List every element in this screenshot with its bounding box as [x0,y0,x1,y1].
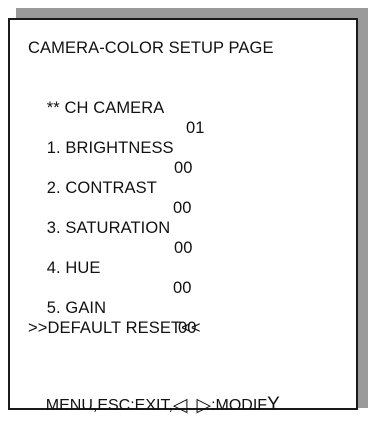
saturation-label: 3. SATURATION [46,219,171,237]
panel-shadow-top [16,8,368,18]
contrast-value: 00 [173,199,192,217]
brightness-value: 00 [174,159,193,177]
osd-menu-panel: CAMERA-COLOR SETUP PAGE ** CH CAMERA 01 … [8,18,358,416]
footer-modify-hint-end: Y [267,394,280,415]
panel-shadow-right [358,8,368,408]
channel-value: 01 [186,119,205,137]
channel-label: ** CH CAMERA [46,99,165,117]
contrast-label: 2. CONTRAST [46,179,157,197]
footer-modify-hint: :MODIF [211,397,268,414]
default-reset-option[interactable]: >>DEFAULT RESET<< [28,318,201,338]
footer-hint: MENU,ESC:EXIT,◁ ▷:MODIFY [28,375,280,436]
saturation-value: 00 [174,239,193,257]
footer-exit-hint: MENU,ESC:EXIT, [45,397,173,414]
hue-label: 4. HUE [46,259,101,277]
gain-label: 5. GAIN [46,299,107,317]
page-title: CAMERA-COLOR SETUP PAGE [28,39,274,57]
hue-value: 00 [173,279,192,297]
brightness-label: 1. BRIGHTNESS [46,139,174,157]
